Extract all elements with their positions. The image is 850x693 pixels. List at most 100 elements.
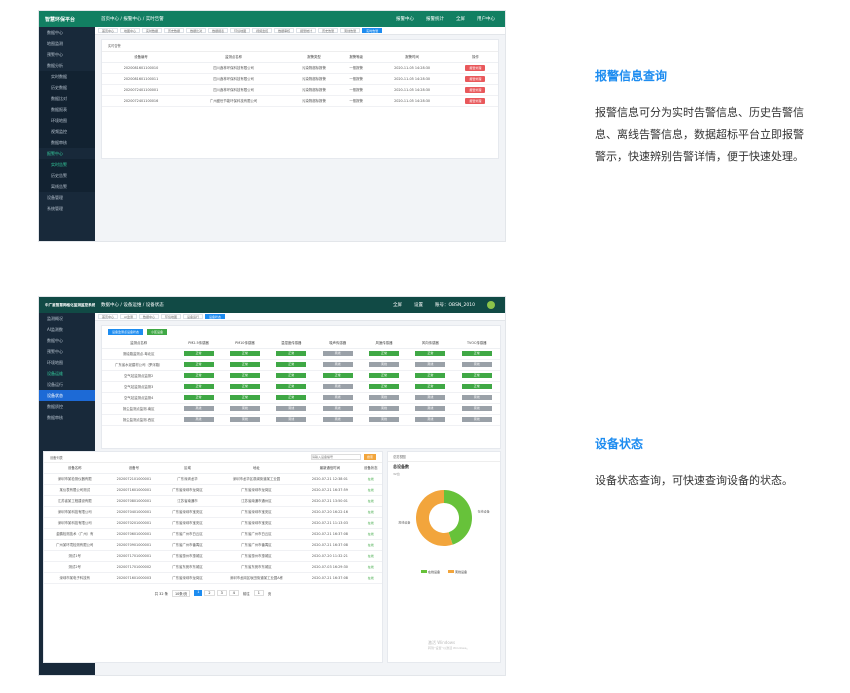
page-button[interactable]: 4 xyxy=(228,590,239,596)
status-cell: 正常 xyxy=(268,370,315,382)
tab[interactable]: 视频监控 xyxy=(252,28,273,33)
sensor-status-pill: 离线 xyxy=(229,406,260,411)
alarm-heading: 报警信息查询 xyxy=(595,69,668,83)
sensor-status-pill: 离线 xyxy=(322,351,353,356)
sensor-status-pill: 离线 xyxy=(415,395,446,400)
sidebar-item[interactable]: 数据比对 xyxy=(39,93,95,104)
fullscreen-button[interactable]: 全屏 xyxy=(456,16,465,22)
column-header: 风速传感器 xyxy=(360,338,408,349)
table-row: 空气站监测点监测4 正常 正常 正常 离线 离线 离线 离线 xyxy=(102,392,500,404)
sidebar-item[interactable]: 历史告警 xyxy=(39,170,95,181)
sidebar-item[interactable]: 数据中心 xyxy=(39,335,95,346)
status-cell: 离线 xyxy=(407,403,454,415)
tab[interactable]: 设备运行 xyxy=(182,314,203,319)
sidebar-item[interactable]: AI监测数 xyxy=(39,324,95,335)
tab[interactable]: 离线告警 xyxy=(340,28,361,33)
tab[interactable]: 首页中心 xyxy=(98,28,119,33)
tab-active[interactable]: 实时告警 xyxy=(362,28,383,33)
tab[interactable]: 环境地图 xyxy=(230,28,251,33)
table-cell: 四川鑫林环保科技有限公司 xyxy=(179,73,288,85)
sidebar-item[interactable]: 设备管理 xyxy=(39,192,95,203)
tab[interactable]: 报警统计 xyxy=(296,28,317,33)
sidebar-item[interactable]: 数据中心 xyxy=(39,27,95,38)
sidebar-item[interactable]: 实时告警 xyxy=(39,159,95,170)
table-cell: 2020-11-05 14:28:30 xyxy=(371,84,453,96)
status-cell: 正常 xyxy=(407,381,454,393)
tab[interactable]: 数据比对 xyxy=(186,28,207,33)
page-button[interactable]: 1 xyxy=(194,590,203,596)
sidebar-item[interactable]: 数据分析 xyxy=(39,60,95,71)
sidebar-item[interactable]: 预警中心 xyxy=(39,49,95,60)
fullscreen-button[interactable]: 全屏 xyxy=(393,302,402,308)
handle-alarm-button[interactable]: 报警处理 xyxy=(465,75,486,82)
sidebar-item[interactable]: 报警中心 xyxy=(39,148,95,159)
sidebar-item[interactable]: 数据质控 xyxy=(39,401,95,412)
table-cell: 在线 xyxy=(359,484,382,496)
settings-link[interactable]: 设置 xyxy=(414,302,423,308)
sensor-status-pill: 正常 xyxy=(368,351,399,356)
tab[interactable]: 环境地图 xyxy=(160,314,181,319)
sidebar-item[interactable]: 预警中心 xyxy=(39,346,95,357)
tab[interactable]: 历史数据 xyxy=(164,28,185,33)
tab[interactable]: 首页中心 xyxy=(98,314,119,319)
alarm-stats-link[interactable]: 报警统计 xyxy=(426,16,444,22)
table-cell: 2020-07-21 11:13:03 xyxy=(300,517,360,529)
table-cell: 报警处理 xyxy=(452,73,498,85)
account-label[interactable]: 账号：OBSN_2010 xyxy=(435,302,475,308)
table-cell: 在线 xyxy=(359,506,382,518)
table-cell: 污染物超标报警 xyxy=(287,84,341,96)
search-input[interactable] xyxy=(310,454,361,460)
goto-suffix: 页 xyxy=(267,591,272,596)
handle-alarm-button[interactable]: 报警处理 xyxy=(465,97,486,104)
sidebar-item[interactable]: 系统管理 xyxy=(39,203,95,214)
station-name: 空气站监测点监测3 xyxy=(102,381,176,393)
sidebar-item[interactable]: 数据报表 xyxy=(39,104,95,115)
alarm-center-link[interactable]: 报警中心 xyxy=(396,16,414,22)
table-cell: 2020070901000001 xyxy=(105,539,163,551)
sidebar-item[interactable]: 实时数据 xyxy=(39,71,95,82)
sidebar-item[interactable]: 环境地图 xyxy=(39,357,95,368)
sidebar-item[interactable]: 监测概况 xyxy=(39,313,95,324)
avatar[interactable] xyxy=(487,301,495,309)
station-status-button[interactable]: 设备监测点设备状态 xyxy=(108,329,144,335)
table-cell: 一般报警 xyxy=(340,73,372,85)
search-button[interactable]: 搜索 xyxy=(363,454,376,460)
table-cell: 在线 xyxy=(359,539,382,551)
goto-input[interactable]: 1 xyxy=(253,590,264,596)
handle-alarm-button[interactable]: 报警处理 xyxy=(465,64,486,71)
tab-active[interactable]: 设备状态 xyxy=(205,314,226,319)
sidebar-item[interactable]: 环境地图 xyxy=(39,115,95,126)
page-size-select[interactable]: 10条/页 xyxy=(171,589,191,597)
handle-alarm-button[interactable]: 报警处理 xyxy=(465,86,486,93)
sidebar-item[interactable]: 历史数据 xyxy=(39,82,95,93)
tab[interactable]: 实时数据 xyxy=(142,28,163,33)
sidebar-item[interactable]: 离线告警 xyxy=(39,181,95,192)
table-cell: 测试1号 xyxy=(44,550,106,562)
tab[interactable]: 地图中心 xyxy=(120,28,141,33)
tab[interactable]: 历史告警 xyxy=(318,28,339,33)
sidebar-item[interactable]: 设备运维 xyxy=(39,368,95,379)
page-button[interactable]: 3 xyxy=(216,590,227,596)
tab[interactable]: 数据报表 xyxy=(208,28,229,33)
community-device-button[interactable]: 小区设备 xyxy=(147,329,168,335)
tab[interactable]: AI监测 xyxy=(120,314,137,319)
sidebar-item[interactable]: 设备状态 xyxy=(39,390,95,401)
sidebar-item[interactable]: 地图监测 xyxy=(39,38,95,49)
sidebar-item[interactable]: 视频监控 xyxy=(39,126,95,137)
user-menu[interactable]: 用户中心 xyxy=(477,16,495,22)
sidebar-item[interactable]: 数据审核 xyxy=(39,412,95,423)
sensor-status-table: 监测点名称 PM2.5传感器 PM10传感器 温湿度传感器 噪声传感器 风速传感器 风向传感… xyxy=(102,338,500,426)
column-header: 操作 xyxy=(452,52,498,63)
status-cell: 离线 xyxy=(360,414,408,426)
sidebar-item[interactable]: 设备运行 xyxy=(39,379,95,390)
table-row: 空气站监测点监测3 正常 正常 正常 离线 正常 正常 正常 xyxy=(102,381,500,393)
status-cell: 正常 xyxy=(453,370,500,382)
table-cell: 2020-11-05 14:28:30 xyxy=(371,95,453,107)
page-button[interactable]: 2 xyxy=(204,590,215,596)
table-cell: 广东省广州市番禺区 xyxy=(162,539,213,551)
tab[interactable]: 数据审核 xyxy=(274,28,295,33)
status-cell: 离线 xyxy=(314,348,361,360)
tab[interactable]: 数据中心 xyxy=(138,314,159,319)
sidebar-item[interactable]: 数据审核 xyxy=(39,137,95,148)
status-cell: 离线 xyxy=(175,414,222,426)
